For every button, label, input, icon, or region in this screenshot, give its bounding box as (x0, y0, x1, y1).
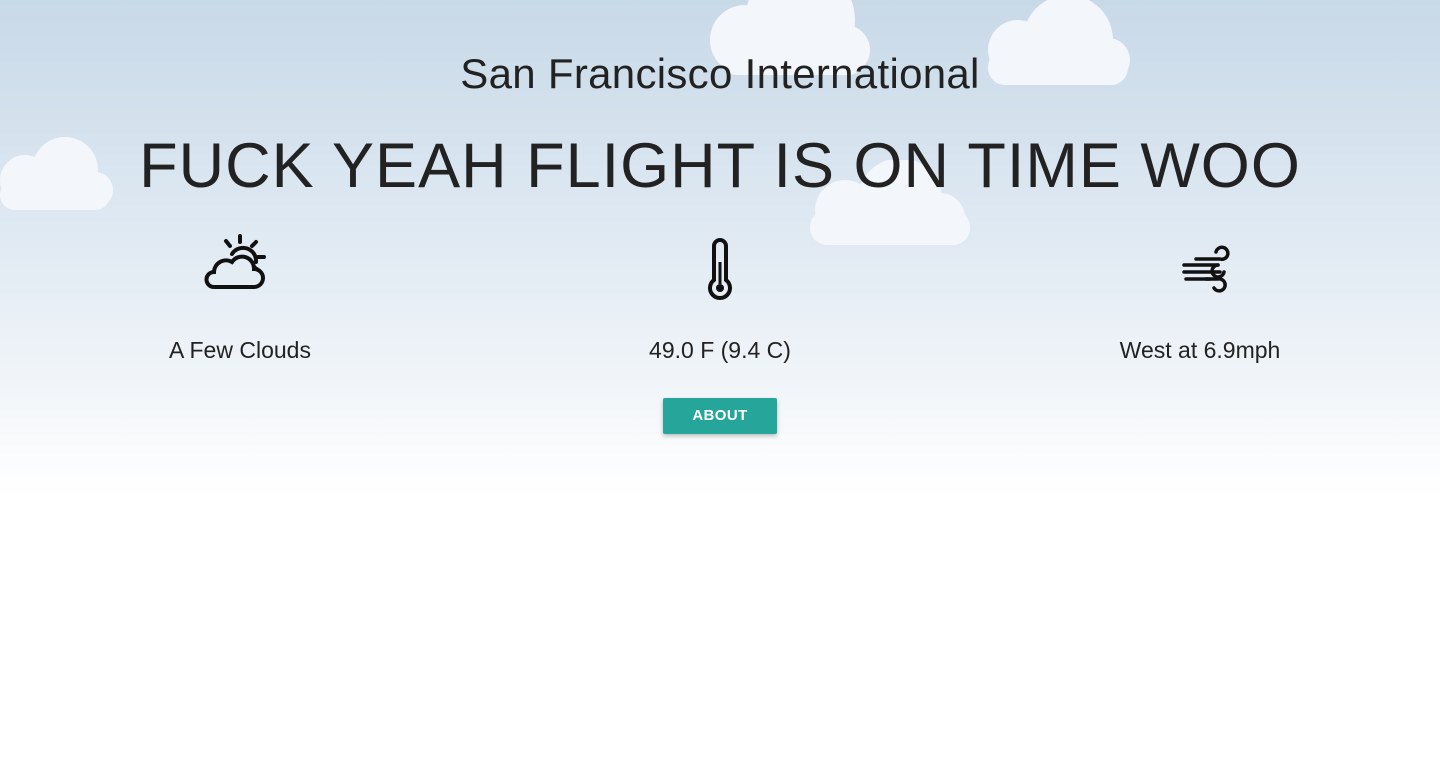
thermometer-icon (708, 238, 732, 300)
flight-status-heading: FUCK YEAH FLIGHT IS ON TIME WOO (139, 131, 1301, 201)
weather-condition-label: A Few Clouds (169, 337, 311, 363)
temperature-stat: 49.0 F (9.4 C) (570, 232, 870, 363)
airport-name: San Francisco International (460, 50, 980, 97)
about-button[interactable]: ABOUT (663, 398, 777, 434)
temperature-label: 49.0 F (9.4 C) (649, 337, 791, 363)
weather-condition-stat: A Few Clouds (90, 232, 390, 363)
wind-icon (1182, 245, 1230, 293)
wind-label: West at 6.9mph (1119, 337, 1281, 363)
wind-stat: West at 6.9mph (1050, 232, 1350, 363)
partly-cloudy-icon (204, 234, 266, 289)
